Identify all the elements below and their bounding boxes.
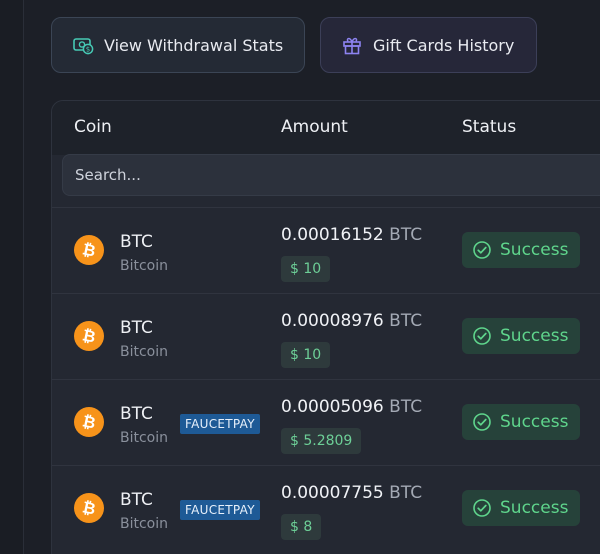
coin-name: Bitcoin xyxy=(120,344,169,360)
usd-value-badge: $ 5.2809 xyxy=(281,428,362,454)
view-withdrawal-stats-button[interactable]: $ View Withdrawal Stats xyxy=(51,17,305,73)
table-row: ₿ BTC Bitcoin 0.00008976 BTC $ 10 Succes… xyxy=(52,293,600,379)
amount-value: 0.00007755 BTC xyxy=(281,483,423,503)
check-circle-icon xyxy=(473,327,491,345)
amount-value: 0.00008976 BTC xyxy=(281,311,423,331)
table-header: Coin Amount Status xyxy=(52,101,600,155)
column-header-status[interactable]: Status xyxy=(462,117,516,137)
faucetpay-badge: FAUCETPAY xyxy=(180,500,260,520)
svg-text:$: $ xyxy=(86,46,90,54)
bitcoin-icon: ₿ xyxy=(74,321,104,351)
bitcoin-icon: ₿ xyxy=(74,493,104,523)
usd-value-badge: $ 10 xyxy=(281,256,331,282)
status-badge: Success xyxy=(462,404,581,440)
amount-value: 0.00016152 BTC xyxy=(281,225,423,245)
column-header-amount[interactable]: Amount xyxy=(281,117,348,137)
left-sidebar-edge xyxy=(0,0,24,554)
faucetpay-badge: FAUCETPAY xyxy=(180,414,260,434)
gift-cards-history-button[interactable]: Gift Cards History xyxy=(320,17,537,73)
check-circle-icon xyxy=(473,499,491,517)
table-row: ₿ BTC Bitcoin 0.00016152 BTC $ 10 Succes… xyxy=(52,207,600,293)
table-row: ₿ BTC Bitcoin FAUCETPAY 0.00007755 BTC $… xyxy=(52,465,600,551)
check-circle-icon xyxy=(473,413,491,431)
withdrawals-table: Coin Amount Status ₿ BTC Bitcoin 0.00016… xyxy=(51,100,600,554)
status-badge: Success xyxy=(462,318,581,354)
coin-name: Bitcoin xyxy=(120,258,169,274)
coin-symbol: BTC xyxy=(120,318,153,338)
coin-symbol: BTC xyxy=(120,404,153,424)
gift-icon xyxy=(341,34,363,56)
money-stats-icon: $ xyxy=(72,34,94,56)
column-header-coin[interactable]: Coin xyxy=(74,117,112,137)
gift-cards-history-label: Gift Cards History xyxy=(373,35,515,55)
coin-symbol: BTC xyxy=(120,490,153,510)
status-badge: Success xyxy=(462,232,581,268)
table-row: ₿ BTC Bitcoin FAUCETPAY 0.00005096 BTC $… xyxy=(52,379,600,465)
search-input[interactable] xyxy=(62,154,600,196)
status-badge: Success xyxy=(462,490,581,526)
coin-name: Bitcoin xyxy=(120,516,169,532)
bitcoin-icon: ₿ xyxy=(74,235,104,265)
usd-value-badge: $ 10 xyxy=(281,342,331,368)
coin-symbol: BTC xyxy=(120,232,153,252)
bitcoin-icon: ₿ xyxy=(74,407,104,437)
view-withdrawal-stats-label: View Withdrawal Stats xyxy=(104,35,284,55)
amount-value: 0.00005096 BTC xyxy=(281,397,423,417)
check-circle-icon xyxy=(473,241,491,259)
usd-value-badge: $ 8 xyxy=(281,514,322,540)
coin-name: Bitcoin xyxy=(120,430,169,446)
